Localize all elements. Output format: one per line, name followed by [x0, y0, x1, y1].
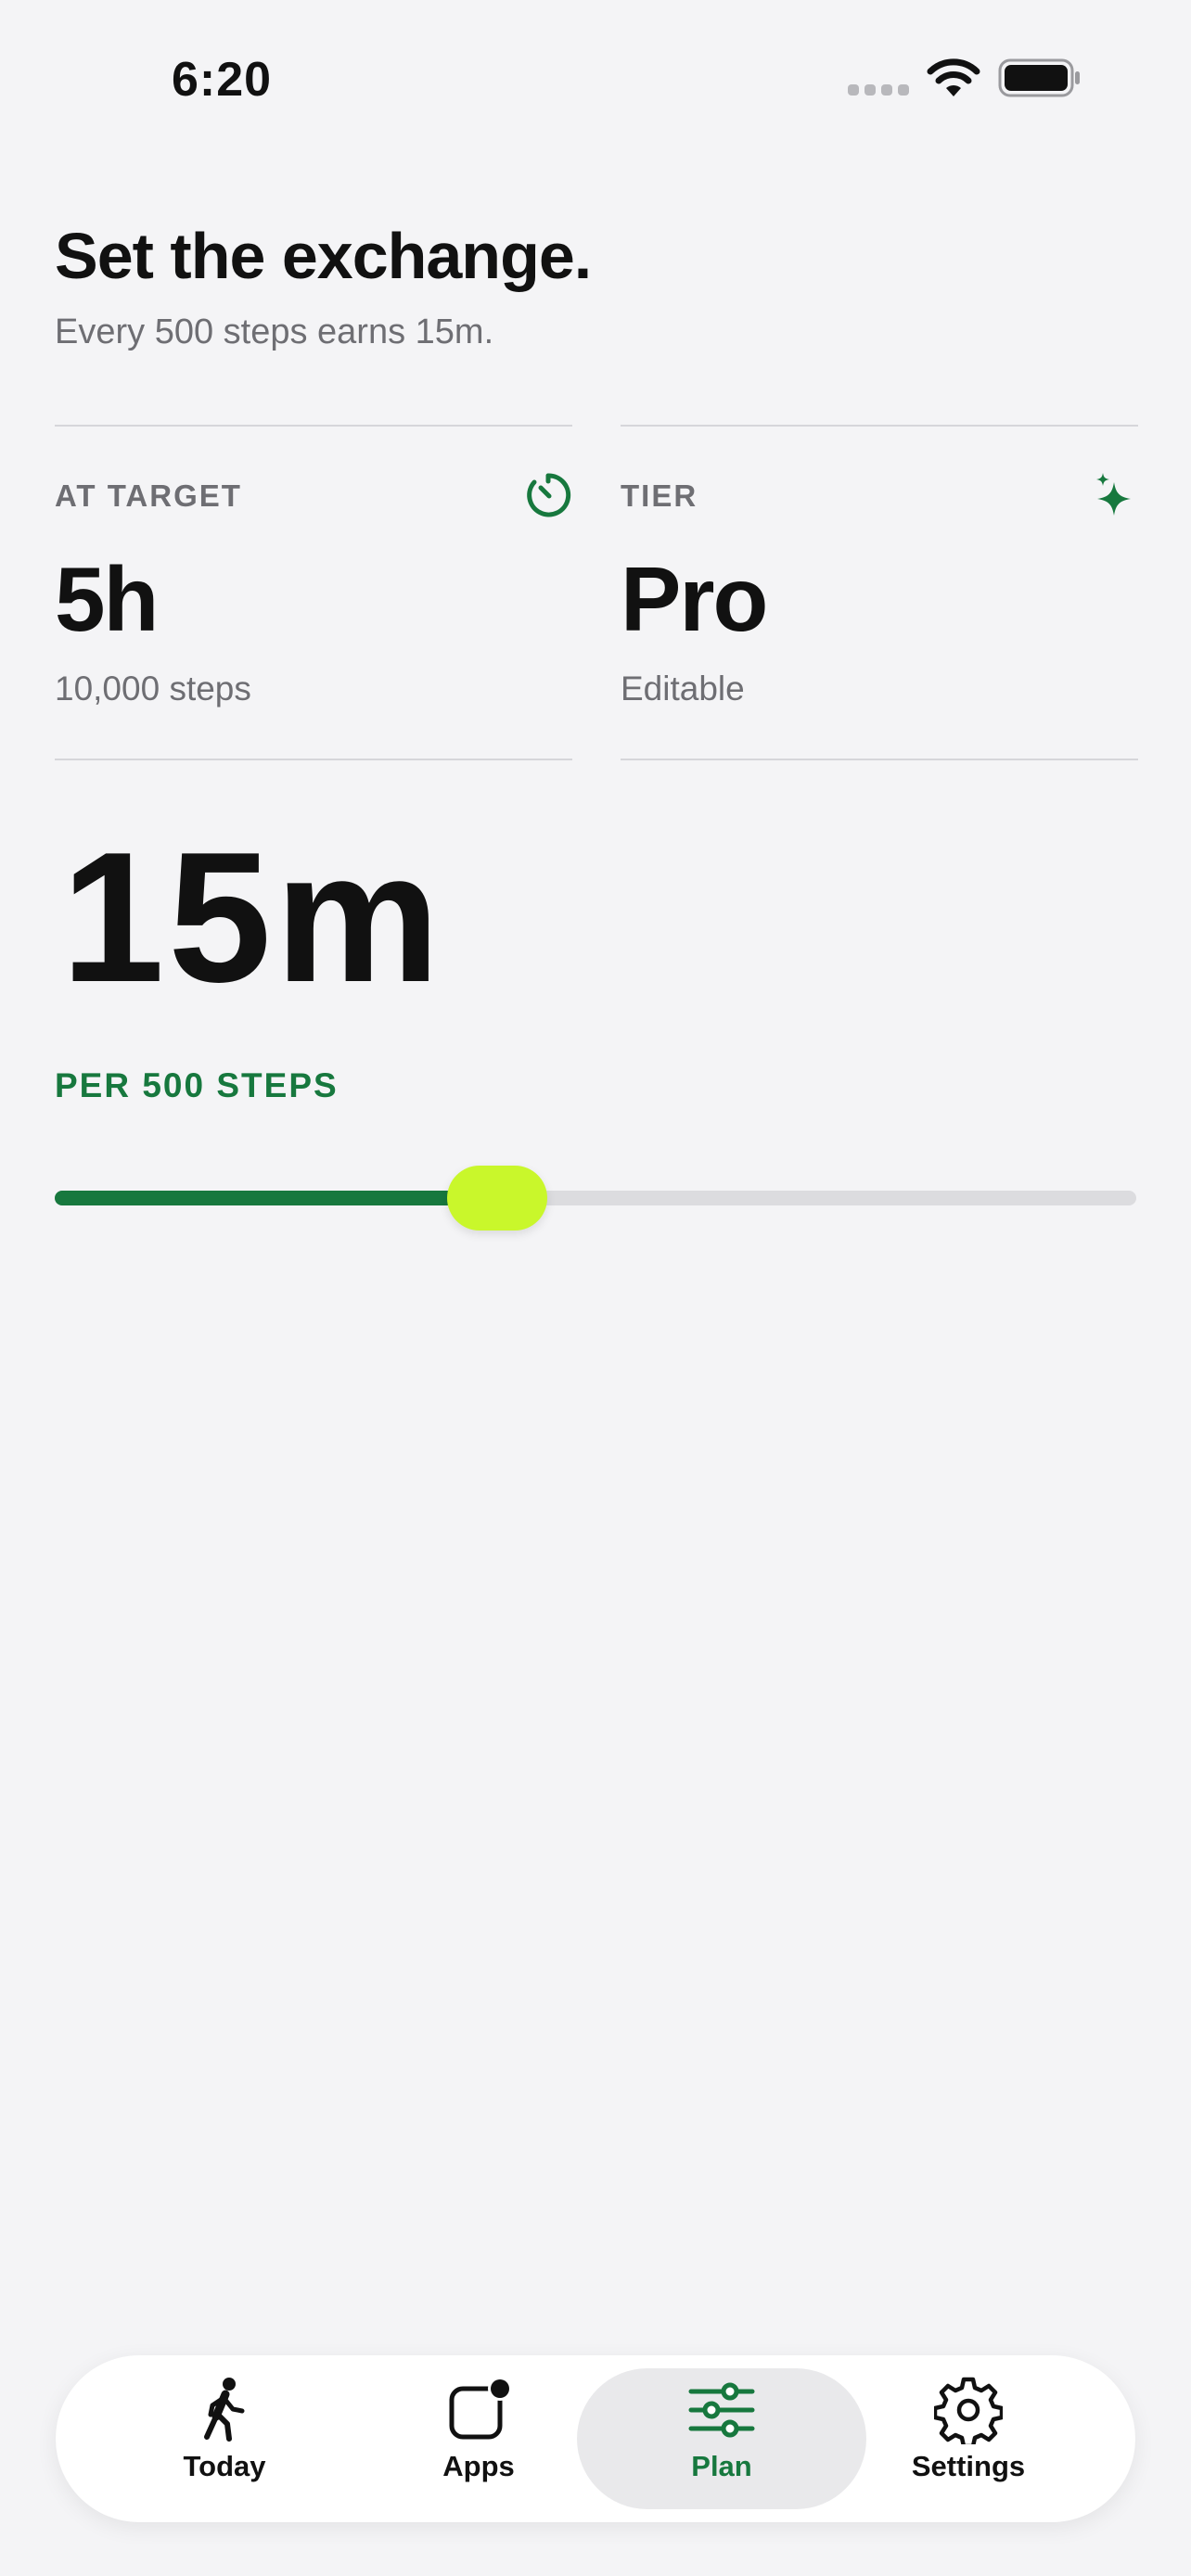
gear-icon — [934, 2377, 1003, 2444]
timer-icon — [527, 473, 571, 517]
tab-label: Apps — [442, 2450, 515, 2482]
page-subtitle: Every 500 steps earns 15m. — [55, 312, 494, 351]
sparkle-icon — [1096, 473, 1131, 516]
plan-screen: 6:20 Set the exchange. Every 500 steps e… — [0, 0, 1191, 2576]
card-label: AT TARGET — [55, 478, 242, 513]
tab-label: Settings — [911, 2450, 1026, 2482]
page-title: Set the exchange. — [55, 220, 592, 292]
slider-thumb[interactable] — [446, 1166, 547, 1231]
tab-bar: Today Apps Plan Settings — [56, 2355, 1135, 2522]
tab-settings[interactable]: Settings — [824, 2368, 1113, 2509]
card-caption: 10,000 steps — [55, 670, 251, 708]
sliders-icon — [688, 2382, 755, 2438]
card-value: Pro — [621, 548, 768, 650]
rate-value: 15m — [61, 814, 444, 1021]
at-target-card: AT TARGET 5h 10,000 steps — [55, 425, 572, 760]
rate-unit-label: PER 500 STEPS — [55, 1066, 339, 1104]
card-value: 5h — [55, 548, 159, 650]
tab-label: Plan — [691, 2450, 752, 2482]
tab-label: Today — [183, 2450, 266, 2482]
wifi-icon — [927, 58, 980, 96]
status-icons — [848, 57, 1082, 98]
battery-icon — [998, 58, 1080, 97]
signal-dots-icon — [848, 84, 909, 96]
card-caption: Editable — [621, 670, 745, 708]
walking-icon — [204, 2378, 245, 2442]
tier-card[interactable]: TIER Pro Editable — [621, 425, 1138, 760]
slider-fill — [55, 1191, 497, 1205]
card-label: TIER — [621, 478, 698, 513]
apps-badge-icon — [449, 2377, 512, 2440]
status-time: 6:20 — [172, 53, 273, 107]
rate-slider[interactable] — [55, 1164, 1136, 1232]
tab-today[interactable]: Today — [80, 2368, 369, 2509]
